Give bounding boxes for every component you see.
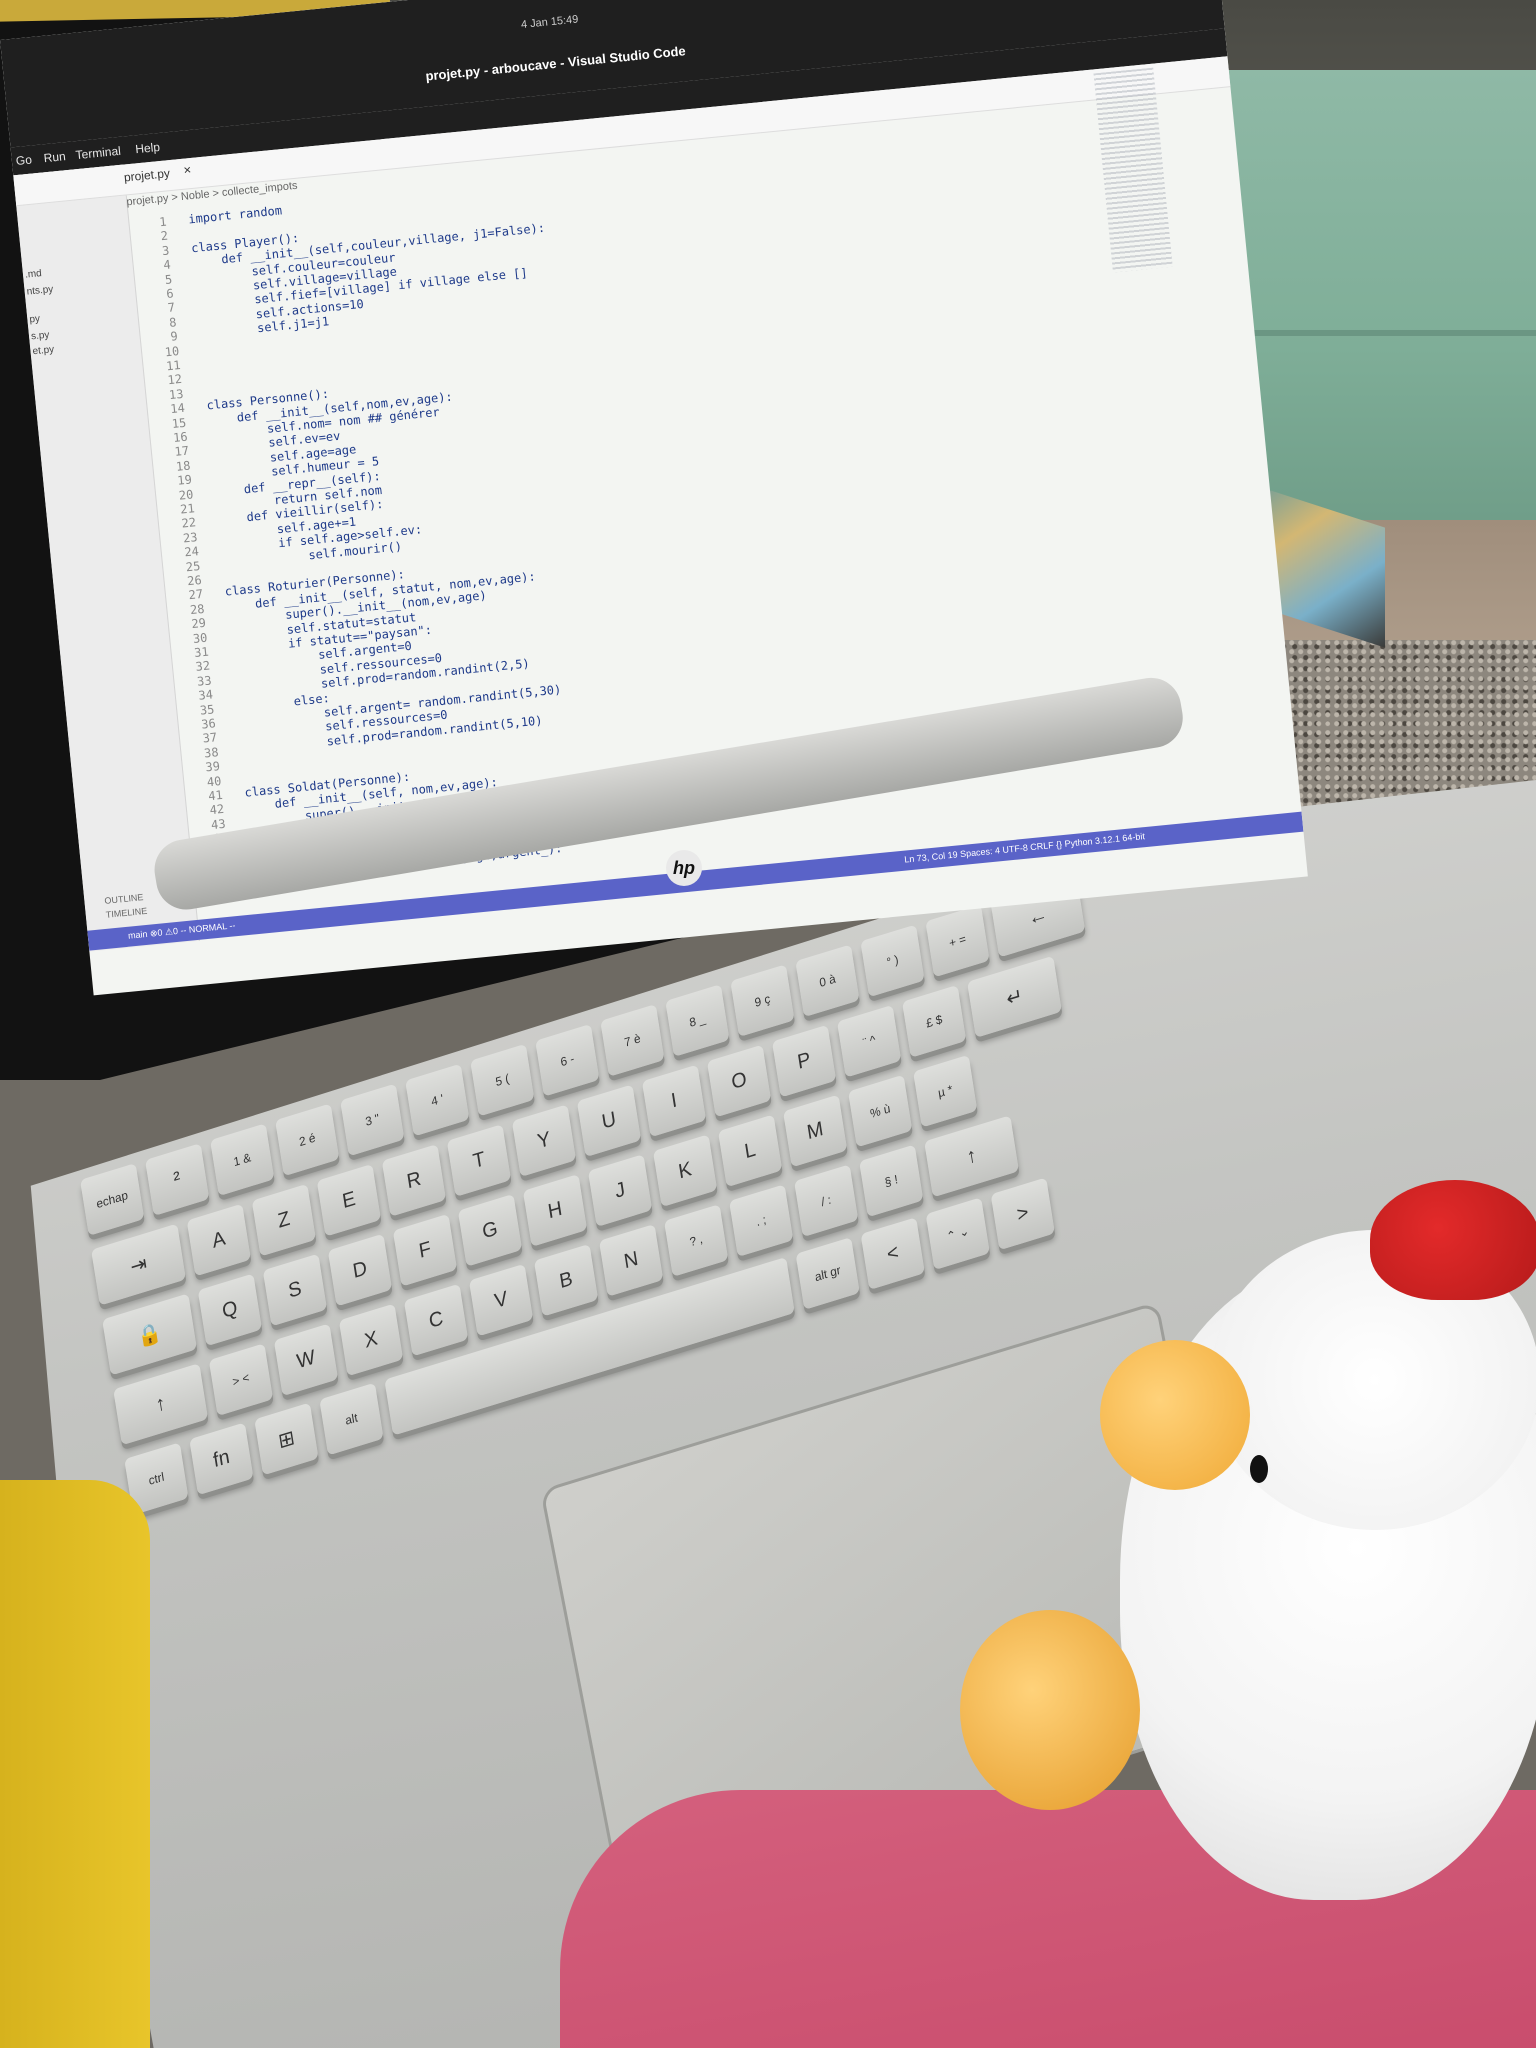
plush-chicken-comb bbox=[1370, 1180, 1536, 1300]
menu-terminal[interactable]: Terminal bbox=[75, 144, 122, 162]
sidebar-file[interactable]: py bbox=[29, 313, 41, 325]
minimap[interactable] bbox=[1093, 67, 1173, 273]
code-text: import random bbox=[187, 203, 283, 227]
tab-projet-py[interactable]: projet.py bbox=[123, 166, 170, 184]
sidebar-file[interactable]: .md bbox=[25, 268, 43, 281]
menu-help[interactable]: Help bbox=[135, 140, 161, 156]
clock: 4 Jan 15:49 bbox=[520, 13, 579, 32]
close-icon[interactable]: × bbox=[183, 162, 192, 178]
sidebar-file[interactable]: s.py bbox=[31, 330, 50, 343]
code-line[interactable]: 1 import random bbox=[128, 203, 283, 232]
sidebar-file[interactable]: nts.py bbox=[26, 284, 54, 298]
menu-run[interactable]: Run bbox=[43, 149, 66, 165]
status-right[interactable]: Ln 73, Col 19 Spaces: 4 UTF-8 CRLF {} Py… bbox=[904, 831, 1145, 865]
plush-chicken-eye bbox=[1250, 1455, 1268, 1483]
window-title: projet.py - arboucave - Visual Studio Co… bbox=[424, 43, 687, 84]
hp-logo: hp bbox=[666, 850, 702, 886]
plush-chicken-beak bbox=[1100, 1340, 1250, 1490]
sidebar-file[interactable]: et.py bbox=[32, 344, 55, 357]
menu-go[interactable]: Go bbox=[15, 152, 32, 167]
plush-chicken-wing bbox=[960, 1610, 1140, 1810]
yellow-chair-armrest bbox=[0, 1480, 150, 2048]
